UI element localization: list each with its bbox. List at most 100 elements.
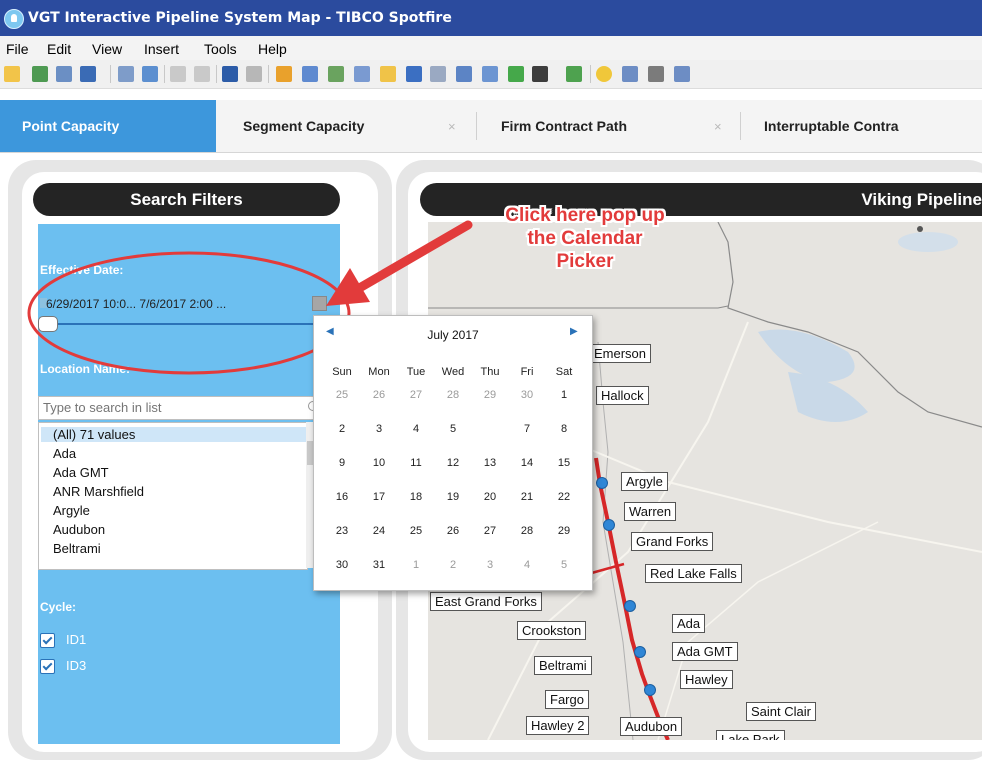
- export-icon[interactable]: [142, 66, 158, 82]
- calendar-day[interactable]: 27: [398, 384, 434, 406]
- calendar-day[interactable]: 31: [361, 554, 397, 576]
- date-slider-handle[interactable]: [38, 316, 58, 332]
- calendar-day[interactable]: 28: [435, 384, 471, 406]
- map-chart-icon[interactable]: [508, 66, 524, 82]
- location-list[interactable]: (All) 71 values Ada Ada GMT ANR Marshfie…: [38, 422, 308, 570]
- location-search-input[interactable]: [39, 397, 303, 417]
- list-item[interactable]: Beltrami: [53, 541, 101, 556]
- print-icon[interactable]: [118, 66, 134, 82]
- date-slider-track[interactable]: [44, 323, 340, 325]
- calendar-day[interactable]: 5: [435, 418, 471, 440]
- pipeline-node[interactable]: [634, 646, 646, 658]
- calendar-day[interactable]: 23: [324, 520, 360, 542]
- calendar-day[interactable]: 4: [398, 418, 434, 440]
- menu-tools[interactable]: Tools: [204, 41, 237, 57]
- city-label-hawley[interactable]: Hawley: [680, 670, 733, 689]
- city-label-red-lake-falls[interactable]: Red Lake Falls: [645, 564, 742, 583]
- calendar-day[interactable]: 24: [361, 520, 397, 542]
- list-item[interactable]: ANR Marshfield: [53, 484, 144, 499]
- calendar-day[interactable]: 4: [509, 554, 545, 576]
- city-label-ada-gmt[interactable]: Ada GMT: [672, 642, 738, 661]
- sum-icon[interactable]: [648, 66, 664, 82]
- tab-interruptable-contract[interactable]: Interruptable Contra: [741, 100, 982, 152]
- calendar-day[interactable]: 30: [324, 554, 360, 576]
- city-label-beltrami[interactable]: Beltrami: [534, 656, 592, 675]
- list-item[interactable]: Argyle: [53, 503, 90, 518]
- city-label-saint-clair[interactable]: Saint Clair: [746, 702, 816, 721]
- list-item[interactable]: (All) 71 values: [41, 427, 307, 442]
- calendar-day[interactable]: 5: [546, 554, 582, 576]
- calendar-day[interactable]: 26: [361, 384, 397, 406]
- list-item[interactable]: Ada: [53, 446, 76, 461]
- calendar-day[interactable]: 2: [435, 554, 471, 576]
- city-label-hallock[interactable]: Hallock: [596, 386, 649, 405]
- calendar-day[interactable]: 19: [435, 486, 471, 508]
- city-label-ada[interactable]: Ada: [672, 614, 706, 633]
- cycle-id3-checkbox[interactable]: [40, 659, 55, 674]
- calendar-button[interactable]: [312, 296, 327, 311]
- calendar-day[interactable]: 26: [435, 520, 471, 542]
- city-label-hawley-2[interactable]: Hawley 2: [526, 716, 590, 735]
- reset-filters-icon[interactable]: [276, 66, 292, 82]
- calendar-day[interactable]: 11: [398, 452, 434, 474]
- calendar-day[interactable]: 30: [509, 384, 545, 406]
- redo-icon[interactable]: [246, 66, 262, 82]
- calendar-day[interactable]: 27: [472, 520, 508, 542]
- shape-icon[interactable]: [532, 66, 548, 82]
- http-icon[interactable]: [456, 66, 472, 82]
- copy-icon[interactable]: [170, 66, 186, 82]
- menu-view[interactable]: View: [92, 41, 122, 57]
- close-icon[interactable]: ×: [714, 119, 722, 134]
- calendar-day[interactable]: 28: [509, 520, 545, 542]
- calendar-day[interactable]: 9: [324, 452, 360, 474]
- menu-insert[interactable]: Insert: [144, 41, 179, 57]
- calendar-day[interactable]: 25: [398, 520, 434, 542]
- undo-icon[interactable]: [222, 66, 238, 82]
- reload-icon[interactable]: [56, 66, 72, 82]
- calendar-day[interactable]: 13: [472, 452, 508, 474]
- calendar-day[interactable]: 6: [472, 416, 508, 440]
- list-item[interactable]: Ada GMT: [53, 465, 109, 480]
- menu-help[interactable]: Help: [258, 41, 287, 57]
- calendar-day[interactable]: 22: [546, 486, 582, 508]
- grid-icon[interactable]: [622, 66, 638, 82]
- city-label-audubon[interactable]: Audubon: [620, 717, 683, 736]
- calendar-day[interactable]: 12: [435, 452, 471, 474]
- next-month-icon[interactable]: ▶: [570, 326, 578, 337]
- list-item[interactable]: Audubon: [53, 522, 105, 537]
- calendar-day[interactable]: 21: [509, 486, 545, 508]
- add-data-icon[interactable]: [32, 66, 48, 82]
- tag-icon[interactable]: [380, 66, 396, 82]
- details-icon[interactable]: [328, 66, 344, 82]
- city-label-emerson[interactable]: Emerson: [589, 344, 652, 363]
- city-label-lake-park[interactable]: Lake Park: [716, 730, 785, 740]
- filter-icon[interactable]: [302, 66, 318, 82]
- calendar-day[interactable]: 15: [546, 452, 582, 474]
- calendar-day[interactable]: 1: [546, 384, 582, 406]
- table-icon[interactable]: [354, 66, 370, 82]
- calendar-day[interactable]: 10: [361, 452, 397, 474]
- tab-point-capacity[interactable]: Point Capacity: [0, 100, 216, 152]
- data-table-icon[interactable]: [674, 66, 690, 82]
- city-label-fargo[interactable]: Fargo: [545, 690, 589, 709]
- calendar-day[interactable]: 25: [324, 384, 360, 406]
- city-label-crookston[interactable]: Crookston: [517, 621, 587, 640]
- pipeline-node[interactable]: [624, 600, 636, 612]
- pipeline-node[interactable]: [644, 684, 656, 696]
- calendar-day[interactable]: 14: [509, 452, 545, 474]
- paste-icon[interactable]: [194, 66, 210, 82]
- city-label-grand-forks[interactable]: Grand Forks: [631, 532, 714, 551]
- save-icon[interactable]: [80, 66, 96, 82]
- date-range-text[interactable]: 6/29/2017 10:0... 7/6/2017 2:00 ...: [46, 297, 226, 311]
- calendar-day[interactable]: 3: [472, 554, 508, 576]
- cycle-id1-checkbox[interactable]: [40, 633, 55, 648]
- lightbulb-icon[interactable]: [596, 66, 612, 82]
- location-search-box[interactable]: [38, 396, 322, 420]
- tab-segment-capacity[interactable]: Segment Capacity ×: [216, 100, 474, 152]
- calendar-day[interactable]: 16: [324, 486, 360, 508]
- calendar-day[interactable]: 2: [324, 418, 360, 440]
- pipeline-node[interactable]: [596, 477, 608, 489]
- calendar-day[interactable]: 8: [546, 418, 582, 440]
- city-label-warren[interactable]: Warren: [624, 502, 677, 521]
- line-chart-icon[interactable]: [482, 66, 498, 82]
